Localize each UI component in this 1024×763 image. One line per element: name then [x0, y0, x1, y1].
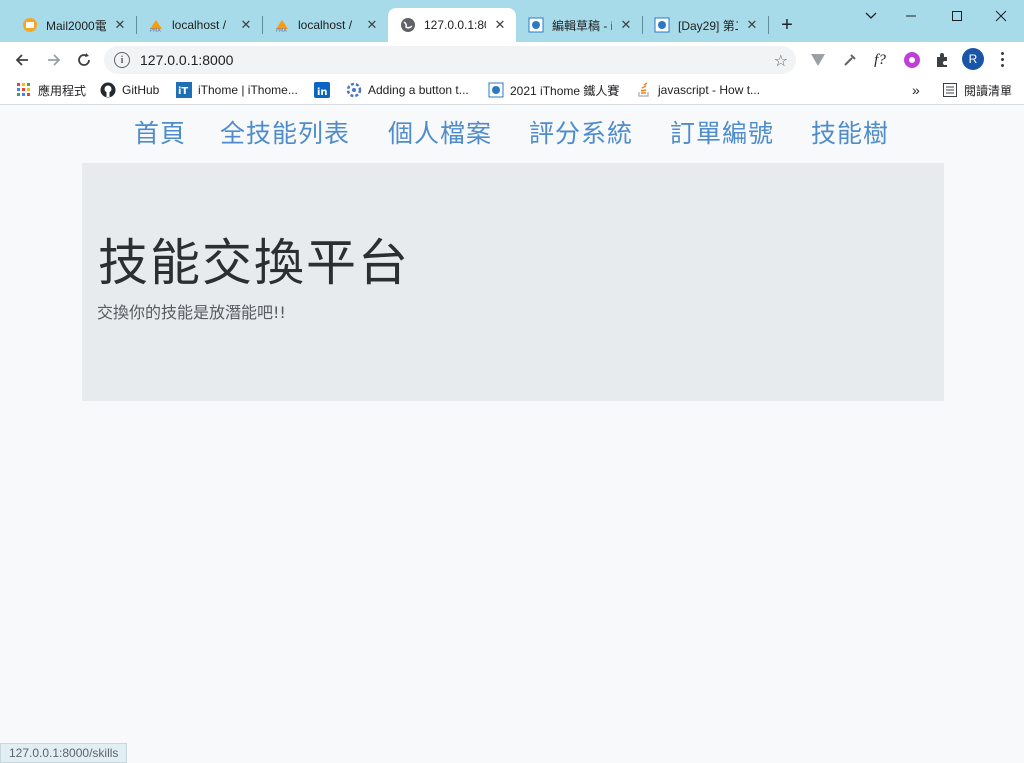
site-info-icon[interactable]: i	[114, 52, 130, 68]
reading-list-icon	[942, 82, 958, 98]
tab-title: Mail2000電	[46, 18, 106, 33]
bookmark-github[interactable]: GitHub	[100, 81, 159, 99]
bookmarks-bar: 應用程式 GitHub iT iThome | iThome... in Add…	[0, 76, 1024, 105]
svg-text:PMA: PMA	[276, 28, 287, 33]
bookmark-ironman[interactable]: 2021 iThome 鐵人賽	[488, 81, 619, 99]
nav-skill-tree-link[interactable]: 技能樹	[811, 114, 889, 150]
browser-tab-strip: Mail2000電 ✕ PMA localhost / ✕ PMA localh…	[0, 0, 1024, 42]
browser-tab[interactable]: 編輯草稿 - i ✕	[516, 8, 643, 42]
close-window-button[interactable]	[978, 0, 1024, 32]
phpmyadmin-icon: PMA	[148, 17, 164, 33]
bookmark-stackoverflow[interactable]: javascript - How t...	[636, 81, 760, 99]
bookmark-label: 應用程式	[38, 83, 87, 98]
reading-list-label: 閱讀清單	[964, 83, 1013, 98]
new-tab-button[interactable]: +	[776, 14, 798, 36]
ithome-icon: iT	[176, 82, 192, 98]
gear-icon	[346, 82, 362, 98]
back-button[interactable]	[8, 46, 36, 74]
ithome-icon	[488, 82, 504, 98]
bookmark-label: Adding a button t...	[368, 83, 469, 97]
maximize-button[interactable]	[934, 0, 980, 32]
address-bar[interactable]: i 127.0.0.1:8000 ☆	[104, 46, 796, 74]
browser-toolbar: i 127.0.0.1:8000 ☆ f?	[0, 42, 1024, 76]
page-content: 首頁 全技能列表 個人檔案 評分系統 訂單編號 技能樹 技能交換平台 交換你的技…	[0, 106, 1024, 763]
tab-title: 編輯草稿 - i	[552, 18, 612, 33]
linkedin-icon: in	[314, 82, 330, 98]
hero-jumbotron: 技能交換平台 交換你的技能是放潛能吧!!	[82, 163, 944, 401]
tab-separator	[768, 16, 769, 34]
nav-rating-link[interactable]: 評分系統	[529, 114, 633, 150]
extensions-puzzle-icon[interactable]	[932, 50, 952, 70]
browser-tab[interactable]: Mail2000電 ✕	[10, 8, 137, 42]
nav-all-skills-link[interactable]: 全技能列表	[220, 114, 350, 150]
nav-orders-link[interactable]: 訂單編號	[670, 114, 774, 150]
github-icon	[100, 82, 116, 98]
svg-text:in: in	[317, 87, 328, 98]
eyedropper-icon[interactable]	[840, 50, 860, 70]
bookmark-apps[interactable]: 應用程式	[16, 81, 86, 99]
bookmark-star-icon[interactable]: ☆	[774, 51, 788, 70]
vue-devtools-icon[interactable]	[808, 50, 828, 70]
bookmark-ithome[interactable]: iT iThome | iThome...	[176, 81, 298, 99]
hero-title: 技能交換平台	[98, 234, 410, 292]
browser-tab[interactable]: [Day29] 第二 ✕	[642, 8, 769, 42]
tab-title: 127.0.0.1:80	[424, 18, 486, 32]
tab-title: localhost /	[172, 18, 227, 32]
close-icon[interactable]: ✕	[492, 17, 508, 33]
status-bar-url: 127.0.0.1:8000/skills	[0, 743, 128, 763]
extension-purple-icon[interactable]	[902, 50, 922, 70]
tab-title: localhost /	[298, 18, 353, 32]
ithome-icon	[528, 17, 544, 33]
nav-profile-link[interactable]: 個人檔案	[388, 114, 492, 150]
url-text: 127.0.0.1:8000	[140, 52, 234, 68]
apps-grid-icon	[16, 82, 32, 98]
browser-menu-icon[interactable]	[994, 48, 1010, 70]
stackoverflow-icon	[636, 82, 652, 98]
bookmarks-overflow-button[interactable]: »	[912, 81, 920, 99]
browser-tab[interactable]: PMA localhost / ✕	[136, 8, 263, 42]
bookmark-label: javascript - How t...	[658, 83, 761, 97]
forward-button[interactable]	[40, 46, 68, 74]
minimize-button[interactable]	[888, 0, 934, 32]
nav-home-link[interactable]: 首頁	[134, 114, 186, 150]
close-icon[interactable]: ✕	[618, 17, 634, 33]
close-icon[interactable]: ✕	[238, 17, 254, 33]
bookmark-label: iThome | iThome...	[198, 83, 298, 97]
svg-text:PMA: PMA	[150, 28, 161, 33]
tab-title: [Day29] 第二	[678, 18, 738, 33]
ithome-icon	[654, 17, 670, 33]
svg-text:iT: iT	[178, 86, 188, 97]
reading-list-button[interactable]: 閱讀清單	[942, 81, 1012, 99]
bookmark-label: GitHub	[122, 83, 160, 97]
phpmyadmin-icon: PMA	[274, 17, 290, 33]
globe-icon	[400, 17, 416, 33]
reload-button[interactable]	[70, 46, 98, 74]
browser-tab-active[interactable]: 127.0.0.1:80 ✕	[388, 8, 516, 42]
close-icon[interactable]: ✕	[364, 17, 380, 33]
profile-avatar[interactable]: R	[962, 48, 984, 70]
hero-subtitle: 交換你的技能是放潛能吧!!	[97, 303, 286, 322]
browser-tab[interactable]: PMA localhost / ✕	[262, 8, 388, 42]
bookmark-adding-button[interactable]: Adding a button t...	[346, 81, 469, 99]
bookmark-label: 2021 iThome 鐵人賽	[510, 83, 620, 98]
formula-icon[interactable]: f?	[870, 50, 890, 70]
mail-icon	[22, 17, 38, 33]
bookmark-linkedin[interactable]: in	[314, 81, 336, 99]
close-icon[interactable]: ✕	[744, 17, 760, 33]
close-icon[interactable]: ✕	[112, 17, 128, 33]
site-nav: 首頁 全技能列表 個人檔案 評分系統 訂單編號 技能樹	[0, 114, 1024, 148]
